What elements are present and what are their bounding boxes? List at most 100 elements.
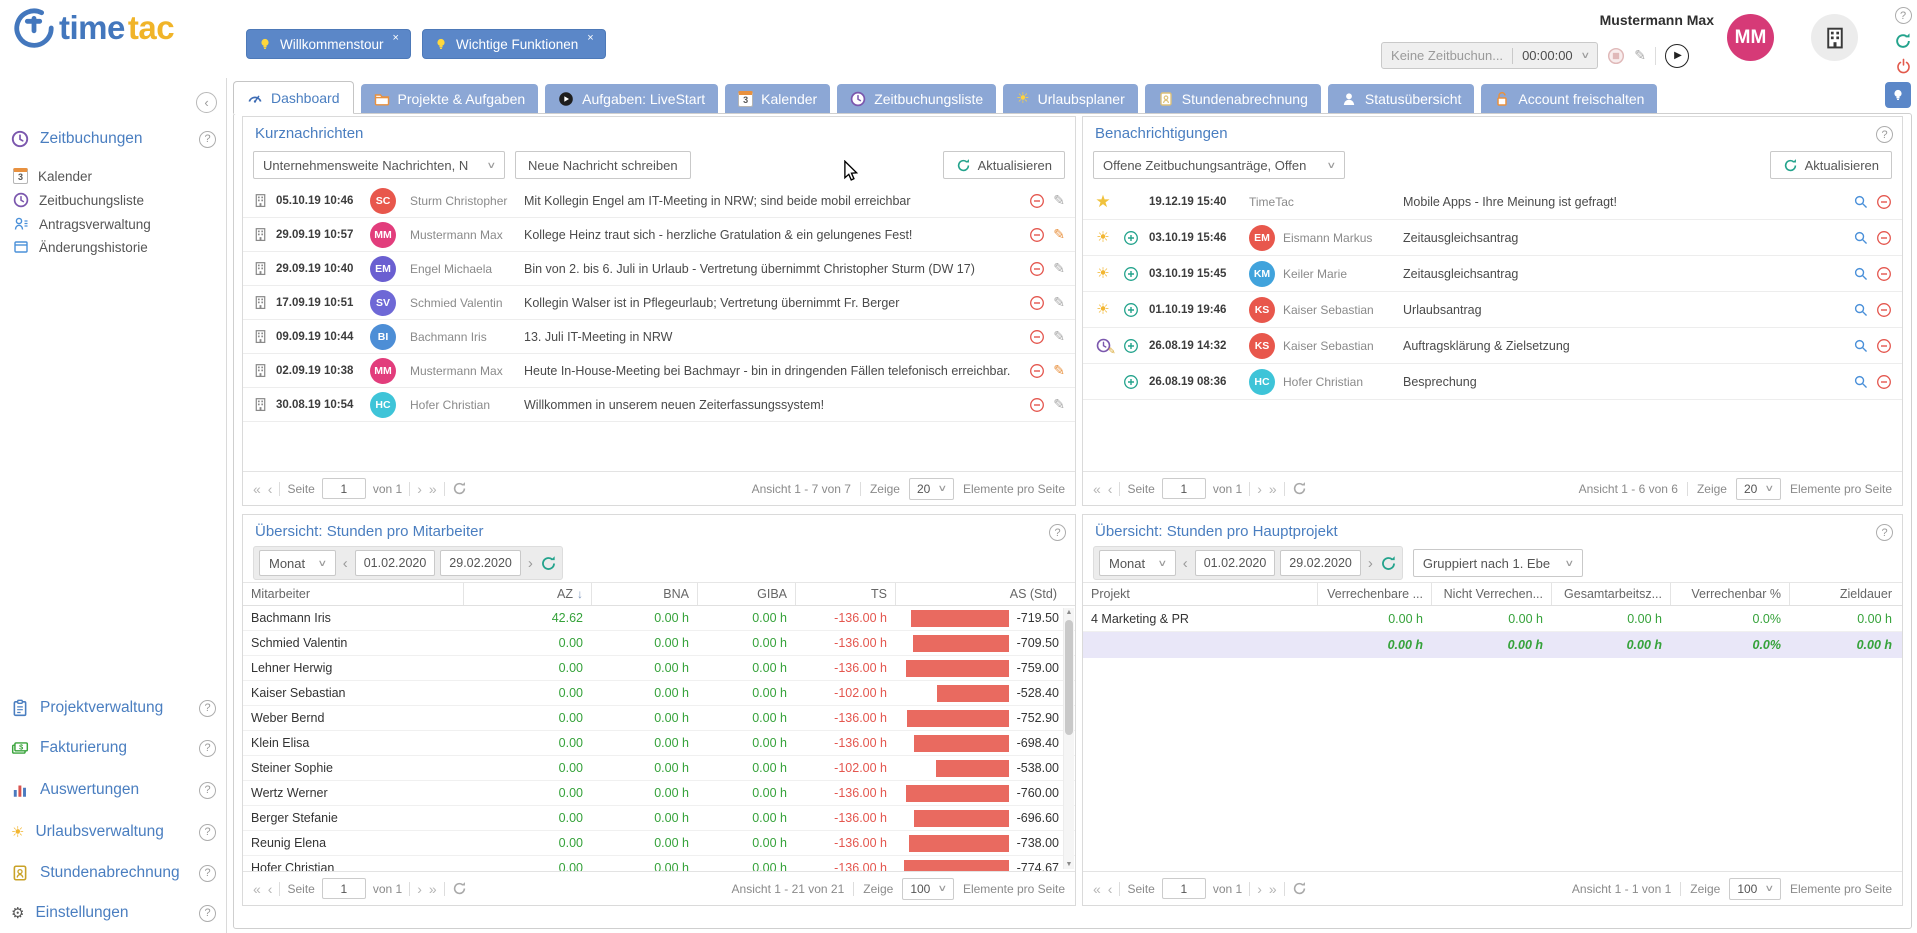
date-from-input[interactable]: 01.02.2020 xyxy=(1195,550,1276,576)
column-header-giba[interactable]: GIBA xyxy=(697,583,795,605)
employee-row[interactable]: Hofer Christian 0.00 0.00 h 0.00 h -136.… xyxy=(243,856,1075,871)
delete-message-icon[interactable] xyxy=(1029,261,1045,277)
minus-circle-icon[interactable] xyxy=(1876,338,1892,354)
current-booking-select[interactable]: Keine Zeitbuchun... 00:00:00 ∨ xyxy=(1381,42,1598,69)
page-input[interactable] xyxy=(1162,478,1206,499)
notification-row[interactable]: ☀ 03.10.19 15:45 KM Keiler Marie Zeitaus… xyxy=(1083,256,1902,292)
period-select[interactable]: Monat∨ xyxy=(259,550,336,576)
column-header-ts[interactable]: TS xyxy=(795,583,895,605)
first-page-button[interactable]: « xyxy=(1093,481,1101,497)
avatar[interactable]: KM xyxy=(1249,261,1275,287)
tour-button-wichtige-funktionen[interactable]: Wichtige Funktionen × xyxy=(422,29,606,59)
sidebar-collapse-button[interactable]: ‹ xyxy=(196,92,217,113)
prev-page-button[interactable]: ‹ xyxy=(268,881,273,897)
edit-message-icon[interactable]: ✎ xyxy=(1053,260,1065,277)
help-icon[interactable]: ? xyxy=(1876,524,1893,541)
avatar[interactable]: SV xyxy=(370,290,396,316)
last-page-button[interactable]: » xyxy=(1269,481,1277,497)
last-page-button[interactable]: » xyxy=(429,481,437,497)
delete-message-icon[interactable] xyxy=(1029,397,1045,413)
first-page-button[interactable]: « xyxy=(253,881,261,897)
refresh-notifications-button[interactable]: Aktualisieren xyxy=(1770,151,1892,179)
next-page-button[interactable]: › xyxy=(417,481,422,497)
employee-row[interactable]: Berger Stefanie 0.00 0.00 h 0.00 h -136.… xyxy=(243,806,1075,831)
timetac-logo[interactable]: timetac xyxy=(12,6,174,50)
plus-circle-icon[interactable] xyxy=(1123,230,1139,246)
sidebar-section-einstellungen[interactable]: ⚙ Einstellungen ? xyxy=(0,900,226,926)
prev-period-button[interactable]: ‹ xyxy=(341,555,350,572)
tab-account-freischalten[interactable]: Account freischalten xyxy=(1481,84,1657,113)
help-icon[interactable]: ? xyxy=(199,131,216,148)
notification-filter-select[interactable]: Offene Zeitbuchungsanträge, Offen∨ xyxy=(1093,151,1345,179)
organization-button[interactable] xyxy=(1811,14,1858,61)
sidebar-item-änderungshistorie[interactable]: Änderungshistorie xyxy=(0,236,226,258)
message-row[interactable]: 29.09.19 10:40 EM Engel Michaela Bin von… xyxy=(243,252,1075,286)
message-row[interactable]: 30.08.19 10:54 HC Hofer Christian Willko… xyxy=(243,388,1075,422)
notification-row[interactable]: ☀ 01.10.19 19:46 KS Kaiser Sebastian Url… xyxy=(1083,292,1902,328)
next-period-button[interactable]: › xyxy=(526,555,535,572)
tab-aufgaben-livestart[interactable]: Aufgaben: LiveStart xyxy=(545,84,718,113)
column-header-gesamtarbeitsz[interactable]: Gesamtarbeitsz... xyxy=(1551,583,1670,605)
employee-row[interactable]: Weber Bernd 0.00 0.00 h 0.00 h -136.00 h… xyxy=(243,706,1075,731)
message-filter-select[interactable]: Unternehmensweite Nachrichten, N∨ xyxy=(253,151,505,179)
avatar[interactable]: KS xyxy=(1249,333,1275,359)
delete-message-icon[interactable] xyxy=(1029,227,1045,243)
edit-message-icon[interactable]: ✎ xyxy=(1053,192,1065,209)
close-icon[interactable]: × xyxy=(587,32,593,44)
refresh-icon[interactable] xyxy=(1292,481,1307,496)
notification-row[interactable]: ★ 19.12.19 15:40 TimeTac Mobile Apps - I… xyxy=(1083,184,1902,220)
message-row[interactable]: 17.09.19 10:51 SV Schmied Valentin Kolle… xyxy=(243,286,1075,320)
magnifier-icon[interactable] xyxy=(1853,230,1868,245)
tab-zeitbuchungsliste[interactable]: Zeitbuchungsliste xyxy=(837,84,996,113)
column-header-mitarbeiter[interactable]: Mitarbeiter xyxy=(243,583,463,605)
message-row[interactable]: 05.10.19 10:46 SC Sturm Christopher Mit … xyxy=(243,184,1075,218)
edit-message-icon[interactable]: ✎ xyxy=(1053,226,1065,243)
date-to-input[interactable]: 29.02.2020 xyxy=(440,550,521,576)
period-select[interactable]: Monat∨ xyxy=(1099,550,1176,576)
edit-message-icon[interactable]: ✎ xyxy=(1053,328,1065,345)
column-header-verrechenbar[interactable]: Verrechenbar % xyxy=(1670,583,1789,605)
sidebar-section-urlaubsverwaltung[interactable]: ☀ Urlaubsverwaltung ? xyxy=(0,819,226,845)
scroll-up-icon[interactable]: ▲ xyxy=(1064,609,1074,616)
help-icon[interactable]: ? xyxy=(1895,7,1912,24)
prev-page-button[interactable]: ‹ xyxy=(1108,481,1113,497)
first-page-button[interactable]: « xyxy=(253,481,261,497)
refresh-icon[interactable] xyxy=(1380,555,1397,572)
employee-row[interactable]: Schmied Valentin 0.00 0.00 h 0.00 h -136… xyxy=(243,631,1075,656)
employee-row[interactable]: Steiner Sophie 0.00 0.00 h 0.00 h -102.0… xyxy=(243,756,1075,781)
refresh-icon[interactable] xyxy=(452,881,467,896)
tab-urlaubsplaner[interactable]: ☀ Urlaubsplaner xyxy=(1003,84,1138,113)
magnifier-icon[interactable] xyxy=(1853,266,1868,281)
page-size-select[interactable]: 100∨ xyxy=(902,878,954,900)
delete-message-icon[interactable] xyxy=(1029,295,1045,311)
page-input[interactable] xyxy=(322,878,366,899)
employee-row[interactable]: Reunig Elena 0.00 0.00 h 0.00 h -136.00 … xyxy=(243,831,1075,856)
sidebar-item-zeitbuchungsliste[interactable]: Zeitbuchungsliste xyxy=(0,189,226,211)
tab-projekte-aufgaben[interactable]: Projekte & Aufgaben xyxy=(361,84,539,113)
avatar[interactable]: BI xyxy=(370,324,396,350)
help-icon[interactable]: ? xyxy=(199,740,216,757)
help-icon[interactable]: ? xyxy=(199,905,216,922)
magnifier-icon[interactable] xyxy=(1853,374,1868,389)
delete-message-icon[interactable] xyxy=(1029,193,1045,209)
next-period-button[interactable]: › xyxy=(1366,555,1375,572)
last-page-button[interactable]: » xyxy=(1269,881,1277,897)
sidebar-section-projektverwaltung[interactable]: Projektverwaltung ? xyxy=(0,695,226,721)
help-icon[interactable]: ? xyxy=(199,700,216,717)
avatar[interactable]: KS xyxy=(1249,297,1275,323)
column-header-projekt[interactable]: Projekt xyxy=(1083,583,1317,605)
tab-stundenabrechnung[interactable]: Stundenabrechnung xyxy=(1145,84,1321,113)
help-icon[interactable]: ? xyxy=(1049,524,1066,541)
next-page-button[interactable]: › xyxy=(417,881,422,897)
notification-row[interactable]: ☀ 03.10.19 15:46 EM Eismann Markus Zeita… xyxy=(1083,220,1902,256)
column-header-bna[interactable]: BNA xyxy=(591,583,697,605)
group-by-select[interactable]: Gruppiert nach 1. Ebe∨ xyxy=(1413,549,1583,577)
delete-message-icon[interactable] xyxy=(1029,363,1045,379)
employee-row[interactable]: Kaiser Sebastian 0.00 0.00 h 0.00 h -102… xyxy=(243,681,1075,706)
help-icon[interactable]: ? xyxy=(199,824,216,841)
column-header-nicht-verrechen[interactable]: Nicht Verrechen... xyxy=(1431,583,1551,605)
first-page-button[interactable]: « xyxy=(1093,881,1101,897)
column-header-verrechenbare[interactable]: Verrechenbare ... xyxy=(1317,583,1431,605)
employee-row[interactable]: Lehner Herwig 0.00 0.00 h 0.00 h -136.00… xyxy=(243,656,1075,681)
notification-row[interactable]: 26.08.19 08:36 HC Hofer Christian Bespre… xyxy=(1083,364,1902,400)
